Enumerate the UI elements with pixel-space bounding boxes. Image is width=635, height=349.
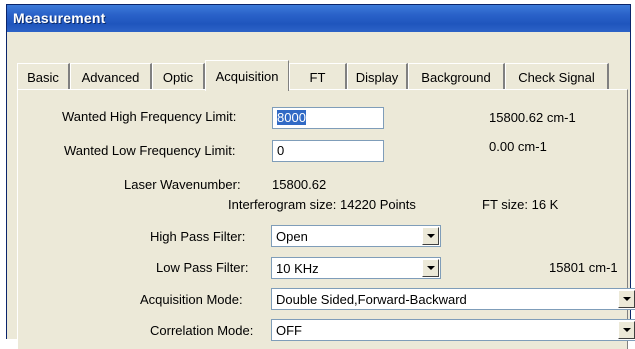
correlation-mode-select[interactable]: OFF [271, 319, 635, 341]
chevron-down-icon [623, 297, 631, 301]
tab-advanced[interactable]: Advanced [70, 63, 152, 90]
chevron-down-icon [427, 234, 435, 238]
high-frequency-limit-info: 15800.62 cm-1 [489, 110, 576, 125]
chevron-down-icon [623, 328, 631, 332]
low-frequency-limit-input[interactable]: 0 [272, 140, 384, 162]
low-pass-filter-select[interactable]: 10 KHz [271, 257, 441, 279]
tab-optic[interactable]: Optic [152, 63, 205, 90]
high-pass-filter-select[interactable]: Open [271, 225, 441, 247]
acquisition-mode-label: Acquisition Mode: [140, 292, 243, 307]
low-pass-filter-info: 15801 cm-1 [549, 260, 618, 275]
high-pass-filter-label: High Pass Filter: [150, 229, 246, 244]
title-bar[interactable]: Measurement [7, 5, 630, 32]
high-frequency-limit-input[interactable]: 8000 [272, 107, 384, 129]
tab-ft[interactable]: FT [289, 63, 347, 90]
chevron-down-icon [427, 266, 435, 270]
correlation-mode-value: OFF [276, 323, 302, 338]
low-frequency-limit-value: 0 [277, 143, 285, 158]
low-pass-filter-label: Low Pass Filter: [156, 260, 249, 275]
high-pass-filter-dropdown-button[interactable] [422, 227, 439, 245]
high-frequency-limit-value: 8000 [277, 110, 306, 125]
high-frequency-limit-label: Wanted High Frequency Limit: [62, 109, 237, 124]
tab-background[interactable]: Background [408, 63, 505, 90]
tab-check-signal[interactable]: Check Signal [505, 63, 609, 90]
low-pass-filter-value: 10 KHz [276, 261, 319, 276]
window-title: Measurement [13, 10, 106, 26]
interferogram-size-text: Interferogram size: 14220 Points [228, 197, 416, 212]
tab-acquisition[interactable]: Acquisition [205, 60, 289, 91]
ft-size-text: FT size: 16 K [482, 197, 559, 212]
acquisition-mode-dropdown-button[interactable] [618, 290, 635, 308]
tab-display[interactable]: Display [347, 63, 408, 90]
low-frequency-limit-info: 0.00 cm-1 [489, 139, 547, 154]
low-frequency-limit-label: Wanted Low Frequency Limit: [64, 143, 236, 158]
low-pass-filter-dropdown-button[interactable] [422, 259, 439, 277]
laser-wavenumber-label: Laser Wavenumber: [124, 177, 241, 192]
correlation-mode-label: Correlation Mode: [150, 323, 254, 338]
correlation-mode-dropdown-button[interactable] [618, 321, 635, 339]
acquisition-mode-value: Double Sided,Forward-Backward [276, 292, 467, 307]
laser-wavenumber-value: 15800.62 [272, 177, 327, 192]
high-pass-filter-value: Open [276, 229, 308, 244]
tab-basic[interactable]: Basic [17, 63, 70, 90]
acquisition-mode-select[interactable]: Double Sided,Forward-Backward [271, 288, 635, 310]
